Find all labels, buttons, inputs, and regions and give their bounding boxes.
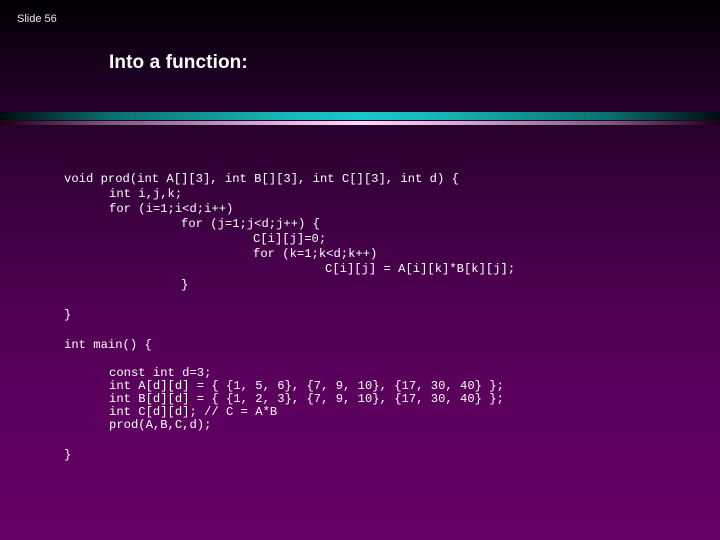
code-line-init-c: C[i][j]=0;	[253, 232, 327, 246]
code-line-for-j: for (j=1;j<d;j++) {	[181, 217, 320, 231]
code-line-for-i: for (i=1;i<d;i++)	[109, 202, 234, 216]
code-line-close-for-j: }	[181, 278, 189, 292]
code-line-declare-ijk: int i,j,k;	[109, 187, 183, 201]
title-divider-line	[0, 121, 720, 125]
code-line-close-main: }	[64, 448, 72, 462]
code-line-prod-signature: void prod(int A[][3], int B[][3], int C[…	[64, 172, 459, 186]
slide-title: Into a function:	[109, 52, 248, 73]
code-line-accumulate: C[i][j] = A[i][k]*B[k][j];	[325, 262, 516, 276]
title-divider-bar	[0, 112, 720, 120]
code-line-for-k: for (k=1;k<d;k++)	[253, 247, 378, 261]
slide-number: Slide 56	[17, 13, 57, 25]
code-line-main-signature: int main() {	[64, 338, 152, 352]
code-line-close-prod: }	[64, 308, 72, 322]
code-line-call-prod: prod(A,B,C,d);	[109, 418, 212, 432]
